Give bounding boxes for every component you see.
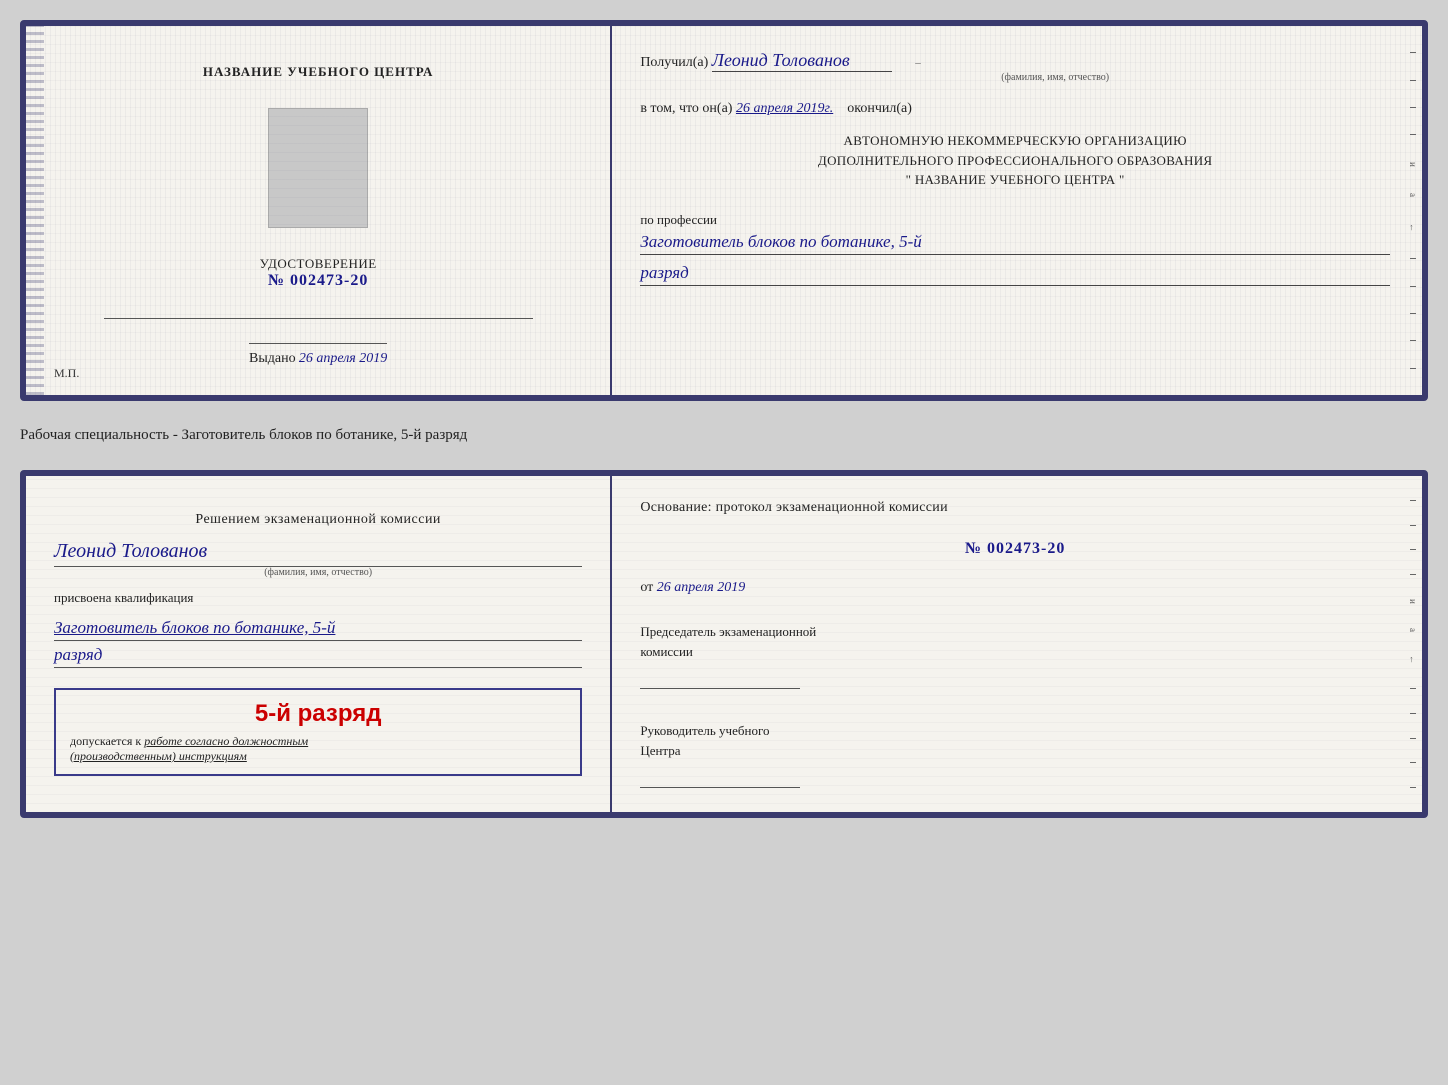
- rank-box-title: 5-й разряд: [70, 700, 566, 728]
- deco-dash: [1410, 574, 1416, 575]
- protocol-number: № 002473-20: [640, 540, 1390, 558]
- rank-box: 5-й разряд допускается к работе согласно…: [54, 688, 582, 776]
- decision-text: Решением экзаменационной комиссии: [54, 512, 582, 528]
- qual-person-name: Леонид Толованов: [54, 540, 582, 567]
- recipient-name: Леонид Толованов: [712, 50, 850, 70]
- qual-person-sublabel: (фамилия, имя, отчество): [54, 567, 582, 578]
- cert-issued-line: Выдано 26 апреля 2019: [249, 343, 387, 367]
- cert-right-panel: Получил(а) Леонид Толованов – (фамилия, …: [612, 26, 1422, 395]
- certificate-card: НАЗВАНИЕ УЧЕБНОГО ЦЕНТРА УДОСТОВЕРЕНИЕ №…: [20, 20, 1428, 401]
- deco-dash: [1410, 340, 1416, 341]
- cert-left-panel: НАЗВАНИЕ УЧЕБНОГО ЦЕНТРА УДОСТОВЕРЕНИЕ №…: [26, 26, 612, 395]
- qual-profession-block: Заготовитель блоков по ботанике, 5-й раз…: [54, 618, 582, 668]
- deco-dash: [1410, 762, 1416, 763]
- page-wrapper: НАЗВАНИЕ УЧЕБНОГО ЦЕНТРА УДОСТОВЕРЕНИЕ №…: [20, 20, 1428, 818]
- separator-text: Рабочая специальность - Заготовитель бло…: [20, 419, 1428, 452]
- cert-photo: [268, 108, 368, 228]
- qualification-card: Решением экзаменационной комиссии Леонид…: [20, 470, 1428, 818]
- deco-dash: [1410, 80, 1416, 81]
- qual-profession-value: Заготовитель блоков по ботанике, 5-й: [54, 618, 582, 641]
- qual-right-panel: Основание: протокол экзаменационной коми…: [612, 476, 1422, 812]
- protocol-date: от 26 апреля 2019: [640, 580, 1390, 596]
- deco-dash: [1410, 787, 1416, 788]
- cert-number-value: № 002473-20: [260, 272, 377, 290]
- date-value: 26 апреля 2019г.: [736, 101, 833, 116]
- date-line: в том, что он(а) 26 апреля 2019г. окончи…: [640, 101, 1390, 117]
- director-label: Руководитель учебного Центра: [640, 721, 1390, 788]
- assigned-label: присвоена квалификация: [54, 590, 582, 606]
- recipient-line: Получил(а) Леонид Толованов – (фамилия, …: [640, 50, 1390, 83]
- profession-section: по профессии Заготовитель блоков по бота…: [640, 212, 1390, 286]
- rank-value: разряд: [640, 263, 1390, 286]
- chairman-label: Председатель экзаменационной комиссии: [640, 622, 1390, 661]
- cert-school-title: НАЗВАНИЕ УЧЕБНОГО ЦЕНТРА: [203, 64, 434, 80]
- deco-dash: [1410, 258, 1416, 259]
- chairman-signature-line: [640, 669, 800, 689]
- left-border-decoration: [26, 26, 44, 395]
- cert-number-label: УДОСТОВЕРЕНИЕ: [260, 256, 377, 272]
- deco-dash: [1410, 549, 1416, 550]
- deco-dash: [1410, 688, 1416, 689]
- qual-person-line: Леонид Толованов (фамилия, имя, отчество…: [54, 540, 582, 578]
- director-signature-line: [640, 768, 800, 788]
- deco-dash: [1410, 313, 1416, 314]
- org-block: АВТОНОМНУЮ НЕКОММЕРЧЕСКУЮ ОРГАНИЗАЦИЮ ДО…: [640, 131, 1390, 190]
- deco-dash: [1410, 52, 1416, 53]
- cert-number-section: УДОСТОВЕРЕНИЕ № 002473-20: [260, 256, 377, 290]
- qual-left-panel: Решением экзаменационной комиссии Леонид…: [26, 476, 612, 812]
- chairman-section: Председатель экзаменационной комиссии: [640, 622, 1390, 689]
- recipient-sublabel: (фамилия, имя, отчество): [720, 72, 1390, 83]
- basis-label: Основание: протокол экзаменационной коми…: [640, 500, 1390, 516]
- deco-dash: [1410, 738, 1416, 739]
- deco-dash: [1410, 500, 1416, 501]
- deco-dash: [1410, 134, 1416, 135]
- rank-box-subtitle: допускается к работе согласно должностны…: [70, 734, 566, 764]
- qual-rank-value: разряд: [54, 645, 582, 668]
- right-decoration: и а ←: [1408, 476, 1418, 812]
- deco-dash: [1410, 107, 1416, 108]
- right-decoration: и а ←: [1408, 26, 1418, 395]
- deco-dash: [1410, 368, 1416, 369]
- deco-dash: [1410, 525, 1416, 526]
- profession-value: Заготовитель блоков по ботанике, 5-й: [640, 232, 1390, 255]
- deco-dash: [1410, 286, 1416, 287]
- deco-dash: [1410, 713, 1416, 714]
- mp-label: М.П.: [54, 366, 79, 381]
